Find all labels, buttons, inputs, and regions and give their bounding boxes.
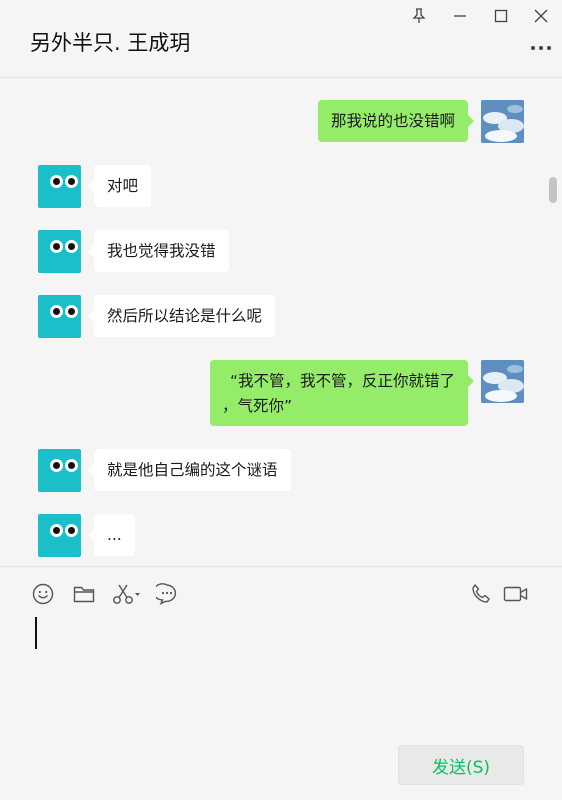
minimize-icon xyxy=(454,15,466,17)
message-list[interactable]: 那我说的也没错啊 对吧 我也觉得我没错 然后所以结论是什么呢 “我不管，我不管，… xyxy=(0,79,562,565)
contact-avatar[interactable] xyxy=(38,449,81,492)
my-avatar[interactable] xyxy=(481,360,524,403)
file-button[interactable] xyxy=(71,581,97,607)
title-bar: 另外半只. 王成玥 xyxy=(0,0,562,78)
emoji-icon xyxy=(32,583,54,605)
contact-avatar[interactable] xyxy=(38,514,81,557)
video-icon xyxy=(503,586,528,602)
send-button[interactable]: 发送(S) xyxy=(398,745,524,785)
sky-avatar-image xyxy=(481,360,524,403)
chat-bubble-icon xyxy=(156,583,177,605)
pin-button[interactable] xyxy=(404,2,434,30)
message-scrollbar[interactable] xyxy=(549,177,557,203)
message-input[interactable] xyxy=(30,615,530,733)
my-message-bubble[interactable]: 那我说的也没错啊 xyxy=(317,100,475,142)
contact-message-bubble[interactable]: 就是他自己编的这个谜语 xyxy=(88,449,291,491)
maximize-button[interactable] xyxy=(486,2,516,30)
chat-history-button[interactable] xyxy=(154,581,180,607)
phone-icon xyxy=(472,584,490,603)
emoji-button[interactable] xyxy=(30,581,56,607)
minimize-button[interactable] xyxy=(445,2,475,30)
contact-message-bubble[interactable]: ... xyxy=(88,514,135,556)
composer: 发送(S) xyxy=(0,566,562,800)
scissors-icon xyxy=(113,584,140,604)
contact-avatar[interactable] xyxy=(38,295,81,338)
screenshot-button[interactable] xyxy=(111,581,143,607)
video-call-button[interactable] xyxy=(502,581,530,607)
contact-message-bubble[interactable]: 对吧 xyxy=(87,165,152,207)
more-options-button[interactable] xyxy=(530,38,552,58)
text-caret xyxy=(35,617,37,649)
close-button[interactable] xyxy=(526,2,556,30)
chat-title: 另外半只. 王成玥 xyxy=(30,31,191,55)
contact-message-bubble[interactable]: 然后所以结论是什么呢 xyxy=(87,295,276,337)
voice-call-button[interactable] xyxy=(468,581,494,607)
contact-avatar[interactable] xyxy=(38,165,81,208)
message-line: “我不管，我不管，反正你就错了 xyxy=(229,372,455,390)
close-icon xyxy=(534,9,548,23)
maximize-icon xyxy=(494,9,508,23)
sky-avatar-image xyxy=(481,100,524,143)
more-icon xyxy=(531,46,551,50)
my-message-bubble[interactable]: “我不管，我不管，反正你就错了 ，气死你” xyxy=(209,360,475,426)
contact-message-bubble[interactable]: 我也觉得我没错 xyxy=(88,230,229,272)
pin-icon xyxy=(412,8,426,23)
folder-icon xyxy=(73,586,95,603)
message-line: ，气死你” xyxy=(221,397,292,415)
contact-avatar[interactable] xyxy=(38,230,81,273)
my-avatar[interactable] xyxy=(481,100,524,143)
